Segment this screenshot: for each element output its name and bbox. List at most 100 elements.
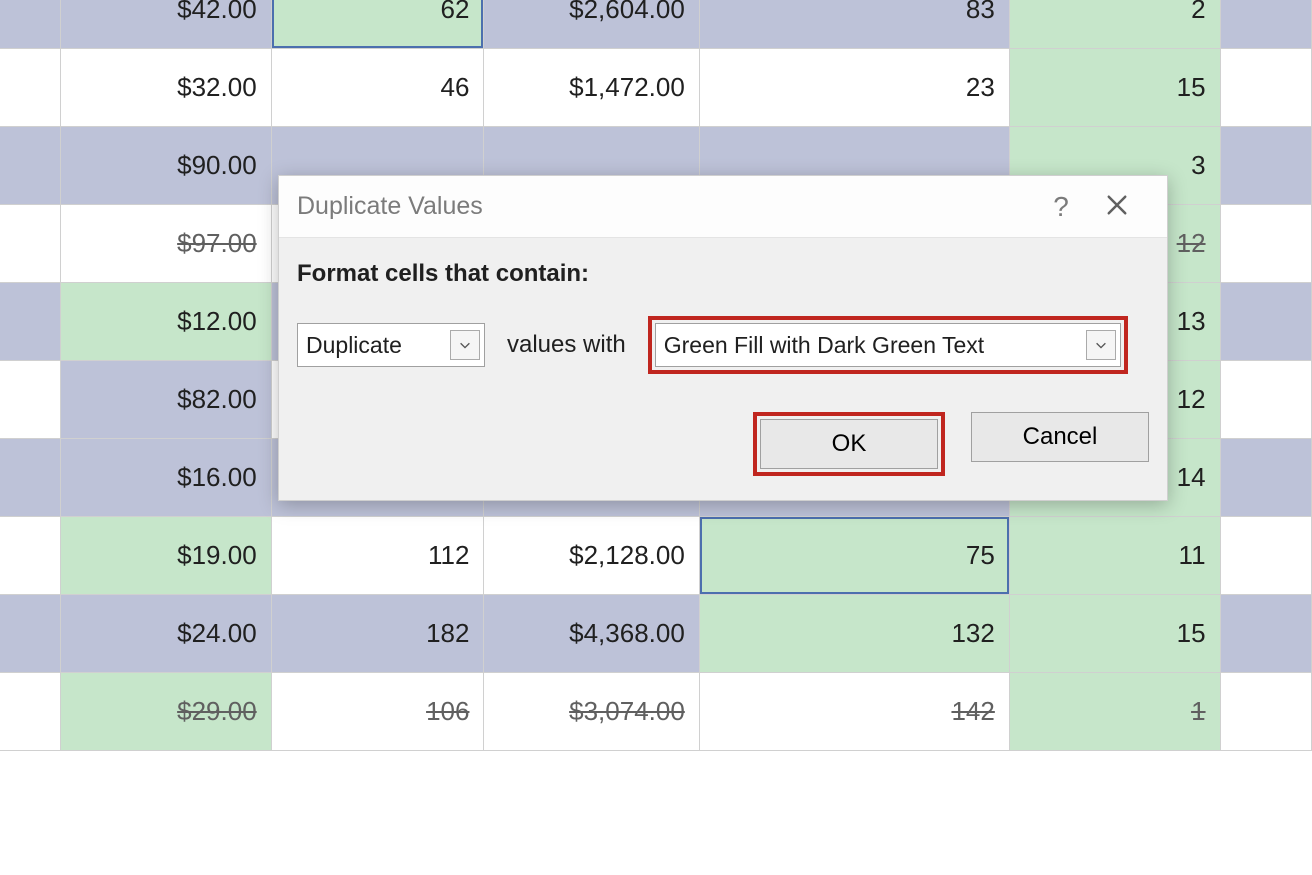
cell-value: 182 bbox=[426, 618, 469, 648]
cell-value: 142 bbox=[951, 696, 994, 726]
condition-dropdown[interactable]: Duplicate bbox=[297, 323, 485, 367]
cell[interactable]: $1,472.00 bbox=[484, 49, 699, 127]
cell[interactable] bbox=[0, 205, 60, 283]
cell-value: $42.00 bbox=[177, 0, 257, 24]
cell[interactable]: 182 bbox=[271, 595, 484, 673]
close-icon bbox=[1106, 191, 1128, 222]
cell[interactable] bbox=[1220, 283, 1311, 361]
cell[interactable]: $90.00 bbox=[60, 127, 271, 205]
cell-value: 13 bbox=[1177, 306, 1206, 336]
cell-value: 1 bbox=[1191, 696, 1205, 726]
cell[interactable]: $29.00 bbox=[60, 673, 271, 751]
cell[interactable]: $24.00 bbox=[60, 595, 271, 673]
cell[interactable]: 132 bbox=[699, 595, 1009, 673]
duplicate-values-dialog: Duplicate Values ? Format cells that con… bbox=[278, 175, 1168, 501]
dialog-body: Format cells that contain: Duplicate val… bbox=[279, 238, 1167, 394]
condition-dropdown-value: Duplicate bbox=[306, 332, 450, 359]
cell[interactable] bbox=[1220, 439, 1311, 517]
cell[interactable] bbox=[1220, 595, 1311, 673]
cell-value: $32.00 bbox=[177, 72, 257, 102]
cell-value: $24.00 bbox=[177, 618, 257, 648]
format-dropdown[interactable]: Green Fill with Dark Green Text bbox=[655, 323, 1121, 367]
values-with-label: values with bbox=[507, 331, 626, 359]
close-button[interactable] bbox=[1089, 191, 1145, 223]
cell[interactable]: $2,604.00 bbox=[484, 0, 699, 49]
cell-value: 15 bbox=[1177, 72, 1206, 102]
cell[interactable]: $16.00 bbox=[60, 439, 271, 517]
cell[interactable] bbox=[1220, 49, 1311, 127]
cell[interactable] bbox=[0, 49, 60, 127]
cell-value: $19.00 bbox=[177, 540, 257, 570]
cell[interactable]: 46 bbox=[271, 49, 484, 127]
cell-value: $2,128.00 bbox=[569, 540, 685, 570]
table-row: $29.00 106 $3,074.00 142 1 bbox=[0, 673, 1312, 751]
cell-value: $4,368.00 bbox=[569, 618, 685, 648]
cell[interactable]: $97.00 bbox=[60, 205, 271, 283]
cell[interactable]: 15 bbox=[1009, 49, 1220, 127]
cell[interactable] bbox=[0, 0, 60, 49]
cell-value: 12 bbox=[1177, 384, 1206, 414]
cell[interactable]: $2,128.00 bbox=[484, 517, 699, 595]
cell[interactable]: 142 bbox=[699, 673, 1009, 751]
cell-value: 2 bbox=[1191, 0, 1205, 24]
dialog-title: Duplicate Values bbox=[297, 192, 1033, 221]
cell[interactable]: 2 bbox=[1009, 0, 1220, 49]
cell-value: 75 bbox=[966, 540, 995, 570]
cell-value: $3,074.00 bbox=[569, 696, 685, 726]
table-row: $19.00 112 $2,128.00 75 11 bbox=[0, 517, 1312, 595]
table-row: $24.00 182 $4,368.00 132 15 bbox=[0, 595, 1312, 673]
cell[interactable]: 106 bbox=[271, 673, 484, 751]
cell-value: $82.00 bbox=[177, 384, 257, 414]
cell-value: 62 bbox=[441, 0, 470, 24]
cell[interactable]: 1 bbox=[1009, 673, 1220, 751]
cell-value: 106 bbox=[426, 696, 469, 726]
cell-value: 132 bbox=[951, 618, 994, 648]
table-row: $42.00 62 $2,604.0083 2 bbox=[0, 0, 1312, 49]
cell[interactable]: 75 bbox=[699, 517, 1009, 595]
cell[interactable]: 83 bbox=[699, 0, 1009, 49]
cell[interactable]: $32.00 bbox=[60, 49, 271, 127]
cell[interactable] bbox=[0, 595, 60, 673]
cell[interactable] bbox=[0, 283, 60, 361]
cell[interactable]: $82.00 bbox=[60, 361, 271, 439]
cell[interactable] bbox=[0, 127, 60, 205]
cell[interactable] bbox=[1220, 205, 1311, 283]
table-row: $32.00 46$1,472.00 23 15 bbox=[0, 49, 1312, 127]
ok-button[interactable]: OK bbox=[760, 419, 938, 469]
cell[interactable] bbox=[0, 439, 60, 517]
cell-value: $16.00 bbox=[177, 462, 257, 492]
dialog-controls-row: Duplicate values with Green Fill with Da… bbox=[297, 316, 1149, 374]
cell[interactable] bbox=[1220, 517, 1311, 595]
cell[interactable] bbox=[1220, 673, 1311, 751]
format-cells-label: Format cells that contain: bbox=[297, 260, 1149, 288]
cell-value: 23 bbox=[966, 72, 995, 102]
cell[interactable]: 15 bbox=[1009, 595, 1220, 673]
cell[interactable]: $12.00 bbox=[60, 283, 271, 361]
cell[interactable]: 11 bbox=[1009, 517, 1220, 595]
format-dropdown-highlight: Green Fill with Dark Green Text bbox=[648, 316, 1128, 374]
cell[interactable] bbox=[1220, 127, 1311, 205]
cell[interactable]: $19.00 bbox=[60, 517, 271, 595]
cell[interactable]: $42.00 bbox=[60, 0, 271, 49]
cell-value: 3 bbox=[1191, 150, 1205, 180]
dialog-titlebar: Duplicate Values ? bbox=[279, 176, 1167, 238]
cell[interactable]: 112 bbox=[271, 517, 484, 595]
cell[interactable] bbox=[0, 517, 60, 595]
cell-value: $97.00 bbox=[177, 228, 257, 258]
cell[interactable]: $3,074.00 bbox=[484, 673, 699, 751]
cell[interactable] bbox=[1220, 0, 1311, 49]
cell[interactable]: $4,368.00 bbox=[484, 595, 699, 673]
chevron-down-icon bbox=[450, 330, 480, 360]
cell-value: 12 bbox=[1177, 228, 1206, 258]
cell-value: 14 bbox=[1177, 462, 1206, 492]
cancel-button[interactable]: Cancel bbox=[971, 412, 1149, 462]
cell[interactable]: 62 bbox=[271, 0, 484, 49]
cell-value: $12.00 bbox=[177, 306, 257, 336]
help-button[interactable]: ? bbox=[1033, 191, 1089, 223]
cell[interactable] bbox=[0, 361, 60, 439]
cell[interactable] bbox=[0, 673, 60, 751]
ok-button-highlight: OK bbox=[753, 412, 945, 476]
cell[interactable]: 23 bbox=[699, 49, 1009, 127]
cell[interactable] bbox=[1220, 361, 1311, 439]
cell-value: $29.00 bbox=[177, 696, 257, 726]
